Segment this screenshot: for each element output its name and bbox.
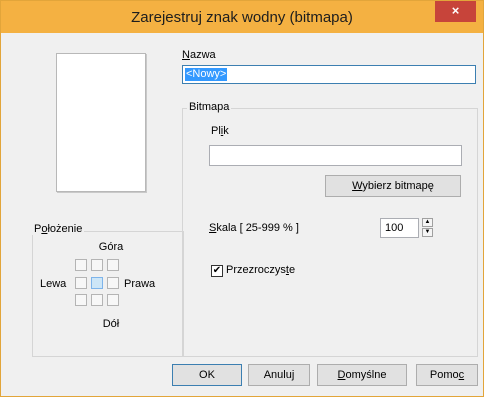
file-input[interactable] (209, 145, 462, 166)
position-cell-bottom-right[interactable] (107, 294, 119, 306)
position-group-label: Położenie (32, 223, 85, 235)
scale-down-arrow-icon[interactable]: ▼ (422, 228, 433, 237)
scale-input[interactable]: 100 (380, 218, 419, 238)
scale-up-arrow-icon[interactable]: ▲ (422, 218, 433, 227)
transparent-label: Przezroczyste (226, 264, 296, 276)
name-label: Nazwa (182, 49, 216, 61)
position-cell-bottom-center[interactable] (91, 294, 103, 306)
help-button[interactable]: Pomoc (416, 364, 478, 386)
bitmap-group-label: Bitmapa (187, 101, 232, 113)
name-input[interactable]: <Nowy> (182, 65, 476, 84)
cancel-button[interactable]: Anuluj (248, 364, 310, 386)
position-cell-bottom-left[interactable] (75, 294, 87, 306)
close-button[interactable]: × (435, 1, 476, 22)
checkmark-icon: ✔ (212, 265, 222, 276)
position-cell-middle-left[interactable] (75, 277, 87, 289)
position-cell-top-left[interactable] (75, 259, 87, 271)
position-left-label: Lewa (40, 278, 67, 290)
ok-button[interactable]: OK (172, 364, 242, 386)
transparent-checkbox[interactable]: ✔ (211, 265, 223, 277)
position-cell-center[interactable] (91, 277, 103, 289)
title-bar[interactable]: Zarejestruj znak wodny (bitmapa) × (1, 1, 483, 33)
watermark-preview (56, 53, 146, 192)
position-cell-top-center[interactable] (91, 259, 103, 271)
dialog-title: Zarejestruj znak wodny (bitmapa) (131, 9, 353, 26)
choose-bitmap-button[interactable]: Wybierz bitmapę (325, 175, 461, 197)
name-input-value: <Nowy> (185, 68, 228, 81)
scale-label: Skala [ 25-999 % ] (209, 222, 299, 234)
dialog-window: Zarejestruj znak wodny (bitmapa) × Położ… (0, 0, 484, 397)
close-icon: × (451, 3, 460, 18)
position-bottom-label: Dół (102, 318, 120, 330)
scale-input-value: 100 (385, 222, 404, 234)
position-top-label: Góra (98, 241, 124, 253)
position-right-label: Prawa (124, 278, 156, 290)
position-cell-top-right[interactable] (107, 259, 119, 271)
defaults-button[interactable]: Domyślne (317, 364, 407, 386)
position-cell-middle-right[interactable] (107, 277, 119, 289)
file-label: Plik (211, 125, 229, 137)
